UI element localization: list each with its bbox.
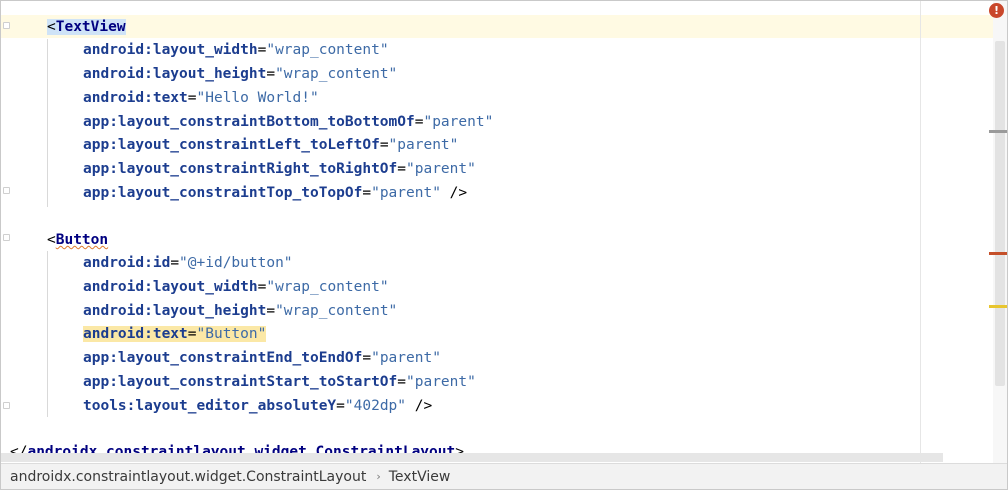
attribute-name: android:text — [83, 90, 188, 106]
attribute-name: android:layout_height — [83, 303, 267, 319]
code-line[interactable]: app:layout_constraintTop_toTopOf="parent… — [83, 181, 467, 205]
equals-sign: = — [362, 185, 372, 201]
attribute-value: "parent" — [388, 137, 459, 153]
attribute-value: "wrap_content" — [266, 42, 389, 58]
attribute-value: "402dp" — [344, 398, 407, 414]
code-line[interactable]: android:layout_width="wrap_content" — [83, 275, 389, 299]
code-line[interactable]: tools:layout_editor_absoluteY="402dp" /> — [83, 394, 432, 418]
chevron-right-icon: › — [376, 470, 381, 483]
tag-name: TextView — [55, 19, 126, 35]
attribute-value: "@+id/button" — [179, 255, 293, 271]
fold-icon[interactable] — [3, 402, 10, 409]
attribute-name: android:layout_width — [83, 42, 258, 58]
code-line[interactable]: app:layout_constraintEnd_toEndOf="parent… — [83, 346, 441, 370]
attribute-value: "wrap_content" — [275, 303, 398, 319]
attribute-name: app:layout_constraintLeft_toLeftOf — [83, 137, 380, 153]
attribute-value: "wrap_content" — [275, 66, 398, 82]
attribute-name: android:layout_height — [83, 66, 267, 82]
code-line[interactable]: <TextView — [47, 15, 126, 39]
indent-guide — [47, 251, 48, 417]
scrollbar-thumb[interactable] — [995, 41, 1005, 386]
code-line[interactable]: android:text="Button" — [83, 322, 267, 346]
code-editor[interactable]: <TextView android:layout_width="wrap_con… — [1, 1, 1007, 463]
equals-sign: = — [266, 303, 276, 319]
equals-sign: = — [397, 374, 407, 390]
code-line[interactable]: app:layout_constraintRight_toRightOf="pa… — [83, 157, 476, 181]
attribute-name: android:layout_width — [83, 279, 258, 295]
code-line[interactable]: app:layout_constraintStart_toStartOf="pa… — [83, 370, 476, 394]
code-line[interactable]: app:layout_constraintLeft_toLeftOf="pare… — [83, 133, 458, 157]
scroll-marker[interactable] — [989, 130, 1007, 133]
error-marker[interactable] — [989, 252, 1007, 255]
attribute-name: app:layout_constraintEnd_toEndOf — [83, 350, 363, 366]
tag-close: /> — [406, 398, 433, 414]
error-icon[interactable]: ! — [989, 3, 1004, 18]
attribute-value: "parent" — [406, 161, 476, 177]
attribute-name: app:layout_constraintRight_toRightOf — [83, 161, 398, 177]
attribute-value: "wrap_content" — [266, 279, 389, 295]
tag-bracket: < — [47, 232, 56, 248]
breadcrumb: androidx.constraintlayout.widget.Constra… — [1, 463, 1007, 489]
horizontal-scrollbar[interactable] — [1, 453, 943, 462]
attribute-value: "parent" — [371, 185, 441, 201]
attribute-name: app:layout_constraintStart_toStartOf — [83, 374, 398, 390]
attribute-name: android:id — [83, 255, 171, 271]
attribute-name: app:layout_constraintTop_toTopOf — [83, 185, 363, 201]
vertical-scrollbar[interactable] — [993, 1, 1007, 463]
breadcrumb-item[interactable]: TextView — [389, 469, 451, 485]
attribute-value: "Hello World!" — [196, 90, 319, 106]
code-line[interactable]: android:id="@+id/button" — [83, 251, 293, 275]
attribute-name: app:layout_constraintBottom_toBottomOf — [83, 114, 415, 130]
code-line[interactable]: android:layout_height="wrap_content" — [83, 299, 397, 323]
fold-icon[interactable] — [3, 234, 10, 241]
xml-editor-window: <TextView android:layout_width="wrap_con… — [0, 0, 1008, 490]
fold-icon[interactable] — [3, 187, 10, 194]
attribute-value: "parent" — [406, 374, 476, 390]
code-line[interactable]: android:layout_width="wrap_content" — [83, 38, 389, 62]
attribute-value: "Button" — [196, 326, 267, 342]
equals-sign: = — [187, 326, 197, 342]
right-margin-guide — [920, 1, 921, 463]
code-line[interactable]: android:text="Hello World!" — [83, 86, 319, 110]
tag-close: /> — [440, 185, 468, 201]
breadcrumb-item[interactable]: androidx.constraintlayout.widget.Constra… — [10, 469, 366, 485]
equals-sign: = — [187, 90, 197, 106]
attribute-value: "parent" — [371, 350, 441, 366]
tag-bracket: < — [47, 19, 56, 35]
equals-sign: = — [397, 161, 407, 177]
tag-name: Button — [55, 232, 109, 248]
equals-sign: = — [170, 255, 180, 271]
warning-marker[interactable] — [989, 305, 1007, 308]
equals-sign: = — [266, 66, 276, 82]
attribute-name: tools:layout_editor_absoluteY — [83, 398, 337, 414]
equals-sign: = — [379, 137, 389, 153]
attribute-value: "parent" — [423, 114, 494, 130]
indent-guide — [47, 39, 48, 207]
code-line[interactable]: <Button — [47, 228, 108, 252]
equals-sign: = — [362, 350, 372, 366]
code-line[interactable]: android:layout_height="wrap_content" — [83, 62, 397, 86]
equals-sign: = — [336, 398, 345, 414]
code-line[interactable]: app:layout_constraintBottom_toBottomOf="… — [83, 110, 493, 134]
current-line-highlight — [1, 15, 1007, 38]
fold-icon[interactable] — [3, 22, 10, 29]
attribute-name: android:text — [83, 326, 188, 342]
